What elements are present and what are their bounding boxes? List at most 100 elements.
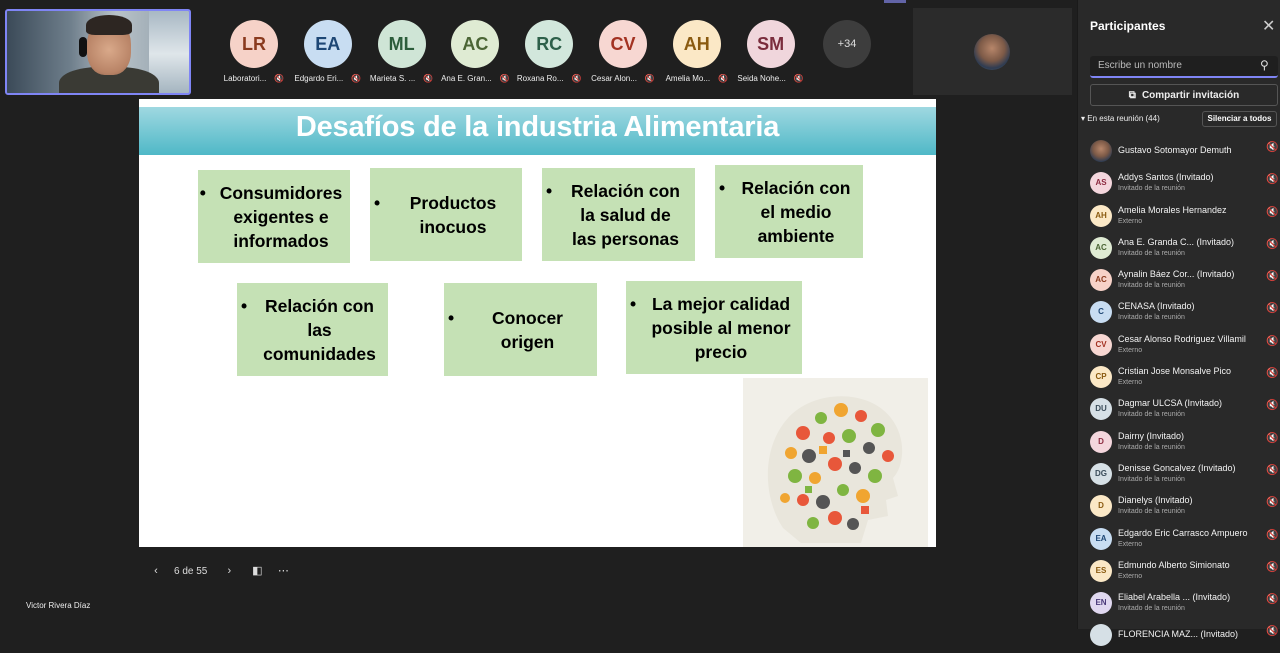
self-video-tile[interactable] — [5, 9, 191, 95]
participant-role: Invitado de la reunión — [1118, 249, 1185, 257]
layout-icon[interactable]: ◧ — [247, 561, 267, 581]
participant-row[interactable]: AC Ana E. Granda C... (Invitado) Invitado … — [1090, 233, 1280, 265]
mic-off-icon[interactable]: 🔇 — [1266, 142, 1278, 153]
challenge-label: La mejor calidad posible al menor precio — [651, 293, 791, 362]
ellipsis-icon[interactable]: ⋯ — [273, 561, 293, 581]
mic-off-icon[interactable]: 🔇 — [1266, 497, 1278, 508]
more-participants-button[interactable]: +34 — [823, 20, 871, 68]
gallery-participant[interactable]: RC Roxana Ro... 🔇 — [516, 20, 582, 83]
participant-name: Ana E. Gran... — [441, 74, 492, 83]
section-label: En esta reunión (44) — [1087, 114, 1160, 123]
avatar: AC — [1090, 236, 1112, 259]
mic-off-icon[interactable]: 🔇 — [1266, 207, 1278, 218]
participant-name: Edgardo Eri... — [294, 74, 344, 83]
gallery-participant[interactable]: CV Cesar Alon... 🔇 — [591, 20, 655, 83]
avatar: AS — [1090, 172, 1112, 195]
mute-all-button[interactable]: Silenciar a todos — [1202, 111, 1277, 127]
participant-row[interactable]: DG Denisse Goncalvez (Invitado) Invitado d… — [1090, 459, 1280, 491]
participant-name-row: Cesar Alon... 🔇 — [591, 74, 655, 83]
challenge-box: • Relación con las comunidades — [237, 283, 388, 376]
participant-role: Invitado de la reunión — [1118, 508, 1185, 516]
participant-row[interactable]: FLORENCIA MAZ... (Invitado) 🔇 — [1090, 620, 1280, 652]
chevron-left-icon[interactable]: ‹ — [146, 561, 166, 581]
participant-name: Dianelys (Invitado) — [1118, 495, 1193, 506]
challenge-box: • La mejor calidad posible al menor preci… — [626, 281, 802, 374]
bullet-icon: • — [719, 177, 726, 198]
challenge-box: • Productos inocuos — [370, 168, 522, 261]
participant-name-row: Laboratori... 🔇 — [222, 74, 286, 83]
mic-off-icon[interactable]: 🔇 — [1266, 530, 1278, 541]
participant-name-row: Marieta S. ... 🔇 — [370, 74, 434, 83]
headset-icon — [79, 37, 87, 57]
gallery-participant[interactable]: ML Marieta S. ... 🔇 — [370, 20, 434, 83]
participant-row[interactable]: EA Edgardo Eric Carrasco Ampuero Externo 🔇 — [1090, 524, 1280, 556]
avatar: AH — [672, 20, 721, 68]
mic-off-icon: 🔇 — [274, 74, 285, 83]
mic-off-icon[interactable]: 🔇 — [1266, 239, 1278, 250]
participant-name: Addys Santos (Invitado) — [1118, 172, 1214, 183]
gallery-participant[interactable]: EA Edgardo Eri... 🔇 — [294, 20, 361, 83]
participant-name: Roxana Ro... — [516, 74, 564, 83]
participant-name: Seida Nohe... — [737, 74, 786, 83]
avatar — [1090, 624, 1112, 647]
participant-row[interactable]: CP Cristian Jose Monsalve Pico Externo 🔇 — [1090, 362, 1280, 394]
participant-row[interactable]: D Dianelys (Invitado) Invitado de la reuni… — [1090, 491, 1280, 523]
participant-row[interactable]: D Dairny (Invitado) Invitado de la reunión… — [1090, 427, 1280, 459]
participant-name: CENASA (Invitado) — [1118, 301, 1195, 312]
challenge-text: • Relación con la salud de las personas — [546, 179, 685, 251]
slide-title: Desafíos de la industria Alimentaria — [295, 111, 780, 143]
participant-row[interactable]: AH Amelia Morales Hernandez Externo 🔇 — [1090, 201, 1280, 233]
participant-row[interactable]: ES Edmundo Alberto Simionato Externo 🔇 — [1090, 556, 1280, 588]
avatar: RC — [525, 20, 574, 68]
avatar: EN — [1090, 592, 1112, 615]
participant-role: Invitado de la reunión — [1118, 314, 1185, 322]
share-invite-button[interactable]: ⧉ Compartir invitación — [1090, 84, 1278, 106]
mic-off-icon[interactable]: 🔇 — [1266, 303, 1278, 314]
mic-off-icon[interactable]: 🔇 — [1266, 594, 1278, 605]
participant-name: FLORENCIA MAZ... (Invitado) — [1118, 629, 1239, 640]
search-icon[interactable]: ⚲ — [1260, 58, 1269, 72]
mic-off-icon[interactable]: 🔇 — [1266, 336, 1278, 347]
mic-off-icon[interactable]: 🔇 — [1266, 626, 1278, 637]
participant-row[interactable]: CV Cesar Alonso Rodriguez Villamil Externo… — [1090, 330, 1280, 362]
gallery-participant[interactable]: AH Amelia Mo... 🔇 — [665, 20, 729, 83]
mic-off-icon[interactable]: 🔇 — [1266, 174, 1278, 185]
participant-name: Laboratori... — [223, 74, 267, 83]
participant-search[interactable]: ⚲ — [1090, 56, 1278, 78]
participant-name: Edgardo Eric Carrasco Ampuero — [1118, 527, 1248, 538]
participant-row[interactable]: AS Addys Santos (Invitado) Invitado de la … — [1090, 168, 1280, 200]
mic-off-icon[interactable]: 🔇 — [1266, 465, 1278, 476]
avatar: C — [1090, 301, 1112, 324]
meeting-section-header[interactable]: ▾ En esta reunión (44) — [1081, 114, 1160, 123]
participant-name: Aynalin Báez Cor... (Invitado) — [1118, 269, 1235, 280]
avatar: SM — [746, 20, 795, 68]
bullet-icon: • — [448, 307, 455, 328]
food-head-illustration — [743, 378, 928, 547]
participant-photo — [974, 34, 1010, 70]
participant-name-row: Edgardo Eri... 🔇 — [294, 74, 361, 83]
mic-off-icon[interactable]: 🔇 — [1266, 271, 1278, 282]
mic-off-icon[interactable]: 🔇 — [1266, 368, 1278, 379]
gallery-participant[interactable]: AC Ana E. Gran... 🔇 — [441, 20, 510, 83]
avatar: DU — [1090, 398, 1112, 421]
remote-video-tile[interactable] — [913, 8, 1072, 95]
participant-row[interactable]: DU Dagmar ULCSA (Invitado) Invitado de la … — [1090, 394, 1280, 426]
participant-row[interactable]: C CENASA (Invitado) Invitado de la reunión… — [1090, 297, 1280, 329]
chevron-right-icon[interactable]: › — [219, 561, 239, 581]
mic-off-icon[interactable]: 🔇 — [1266, 562, 1278, 573]
participant-row[interactable]: Gustavo Sotomayor Demuth 🔇 — [1090, 136, 1280, 168]
mic-off-icon: 🔇 — [499, 74, 510, 83]
food-head-graphic — [767, 396, 903, 543]
participant-name: Amelia Morales Hernandez — [1118, 204, 1227, 215]
gallery-participant[interactable]: LR Laboratori... 🔇 — [222, 20, 286, 83]
close-icon[interactable]: ✕ — [1262, 16, 1275, 36]
mic-off-icon[interactable]: 🔇 — [1266, 433, 1278, 444]
participant-row[interactable]: AC Aynalin Báez Cor... (Invitado) Invitado… — [1090, 265, 1280, 297]
participant-row[interactable]: EN Eliabel Arabella ... (Invitado) Invitad… — [1090, 588, 1280, 620]
search-input[interactable] — [1098, 60, 1248, 71]
gallery-participant[interactable]: SM Seida Nohe... 🔇 — [737, 20, 804, 83]
mic-off-icon[interactable]: 🔇 — [1266, 400, 1278, 411]
presenter-name: Victor Rivera Díaz — [26, 601, 91, 610]
avatar: LR — [230, 20, 278, 68]
avatar: DG — [1090, 462, 1112, 485]
